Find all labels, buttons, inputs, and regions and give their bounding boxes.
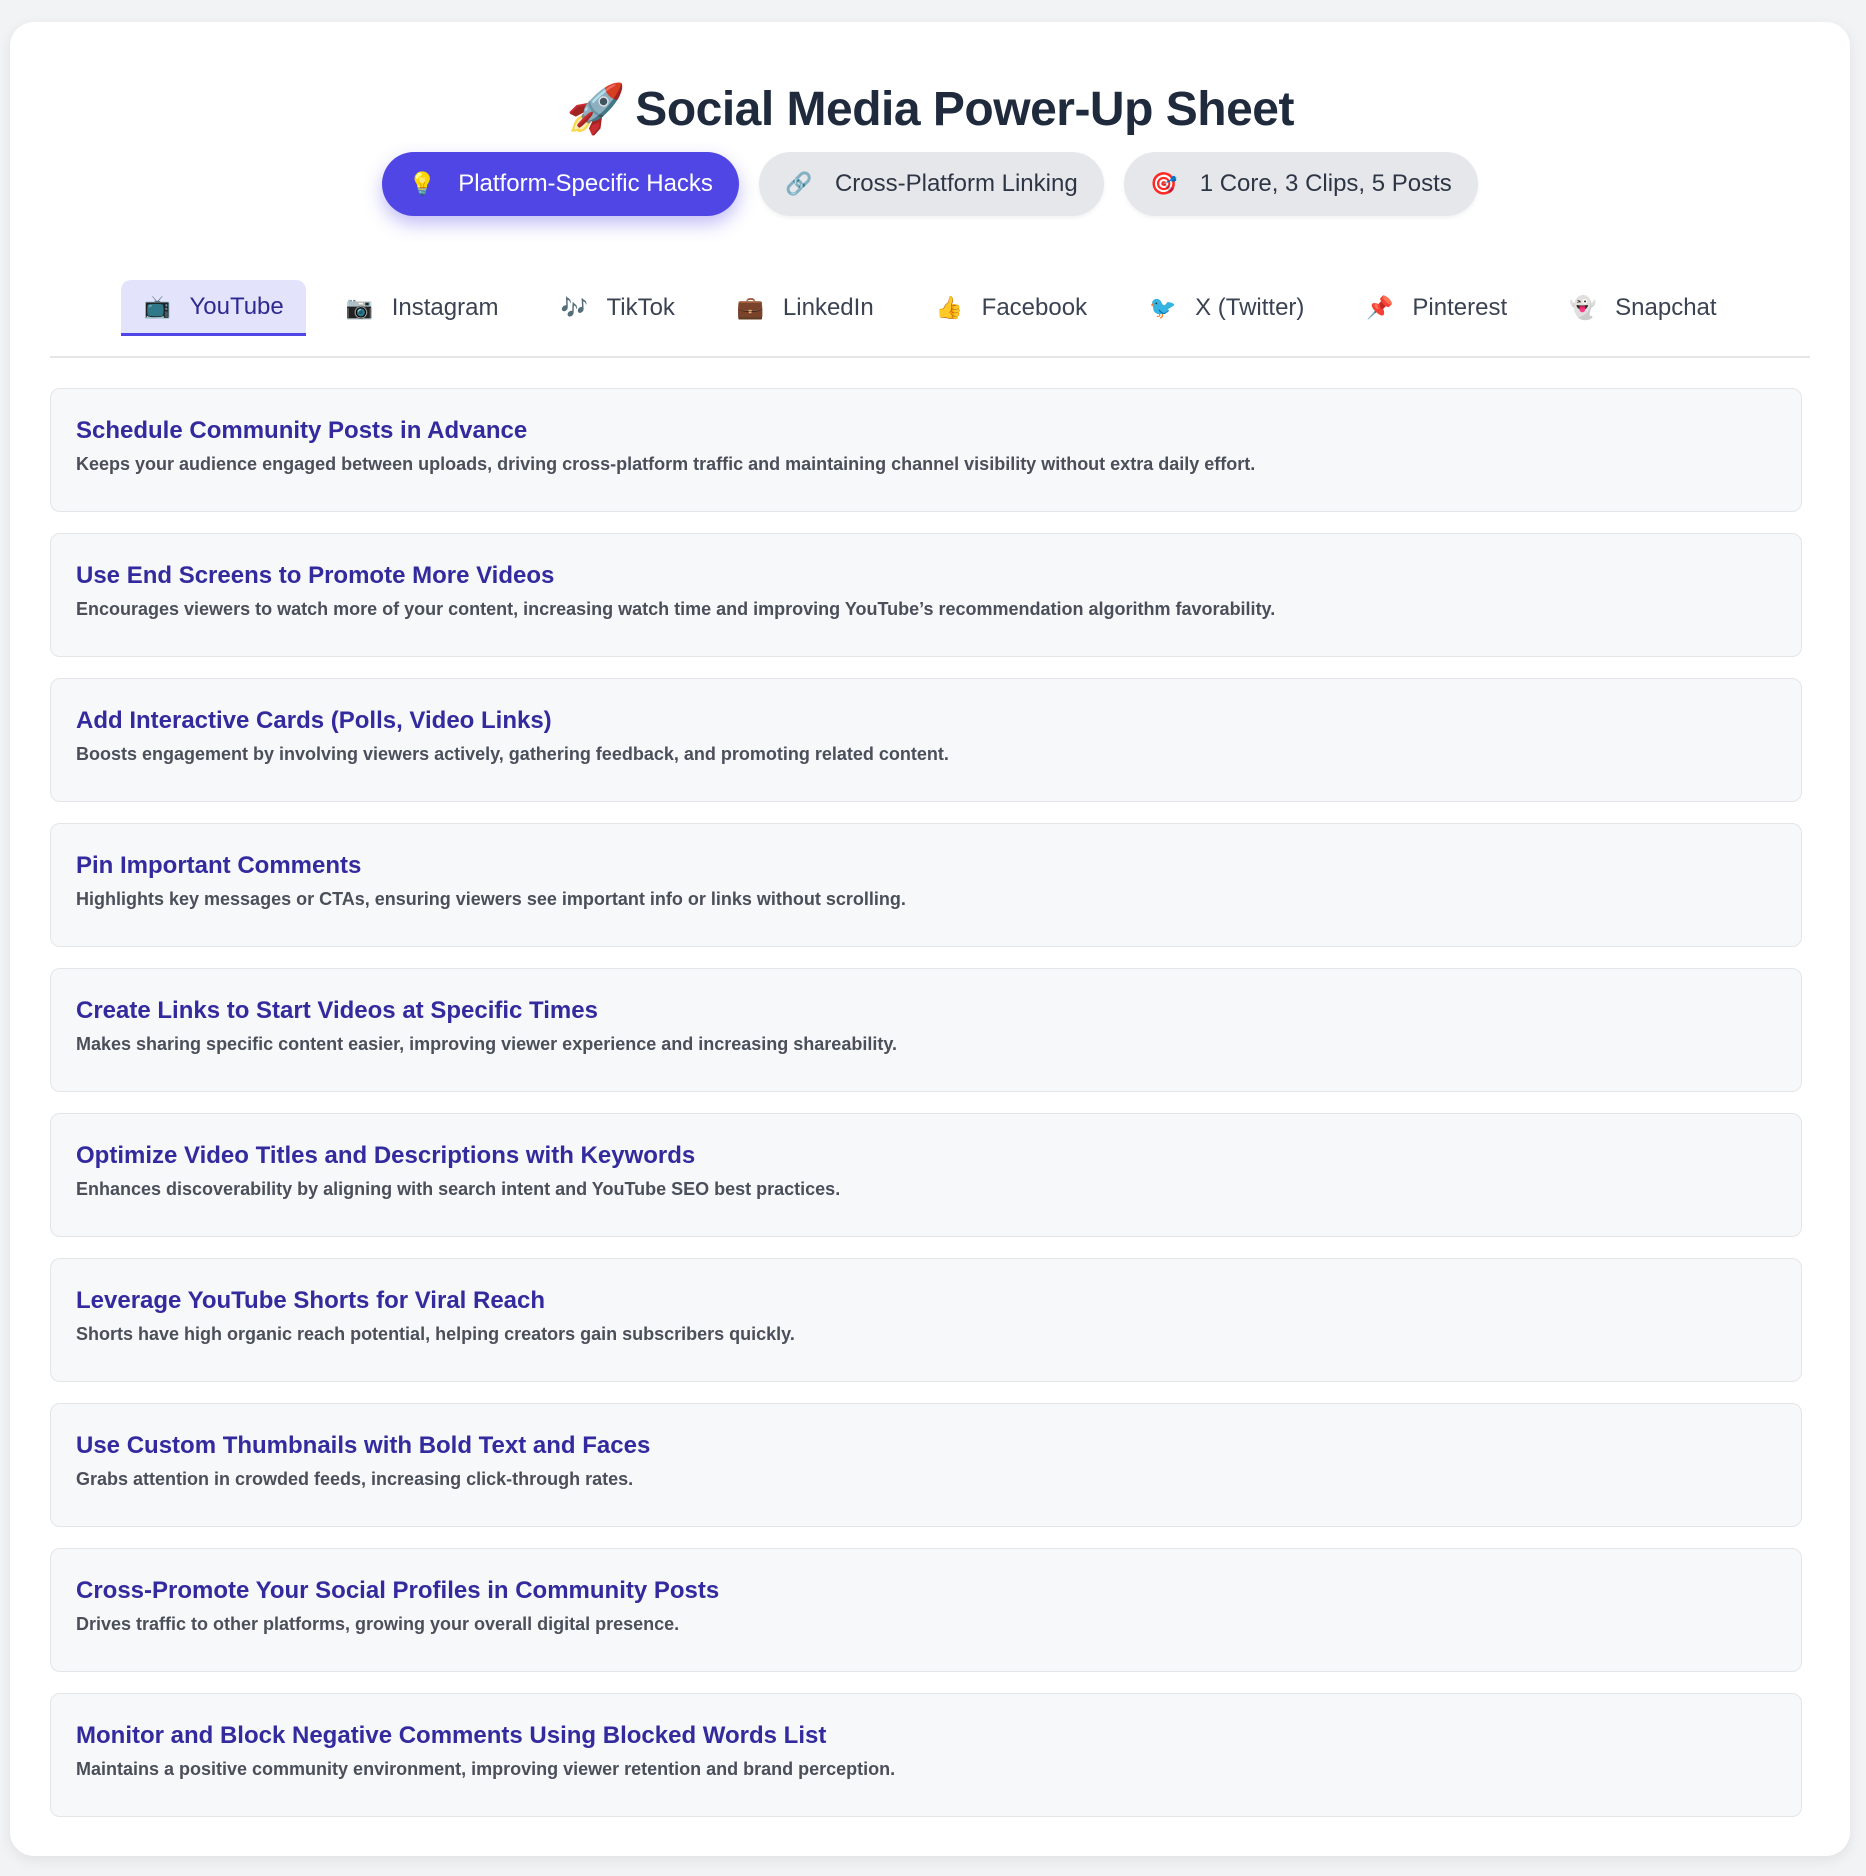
tab-label: Facebook bbox=[981, 294, 1088, 321]
hack-description: Encourages viewers to watch more of your… bbox=[76, 599, 1276, 619]
hack-title: Use Custom Thumbnails with Bold Text and… bbox=[76, 1432, 651, 1459]
hack-description: Shorts have high organic reach potential… bbox=[76, 1324, 795, 1344]
hack-card: Optimize Video Titles and Descriptions w… bbox=[50, 1113, 1802, 1237]
tab-label: X (Twitter) bbox=[1195, 294, 1305, 321]
tab-label: Snapchat bbox=[1615, 294, 1717, 321]
hack-card: Create Links to Start Videos at Specific… bbox=[50, 968, 1802, 1092]
tab-pinterest[interactable]: 📌 Pinterest bbox=[1344, 280, 1529, 336]
hack-title: Cross-Promote Your Social Profiles in Co… bbox=[76, 1577, 720, 1604]
hack-description: Boosts engagement by involving viewers a… bbox=[76, 744, 949, 764]
hack-title: Schedule Community Posts in Advance bbox=[76, 417, 528, 444]
hack-card: Monitor and Block Negative Comments Usin… bbox=[50, 1693, 1802, 1817]
music-notes-icon: 🎶 bbox=[560, 295, 588, 320]
hack-card: Use Custom Thumbnails with Bold Text and… bbox=[50, 1403, 1802, 1527]
mode-core-clips-posts-button[interactable]: 🎯 1 Core, 3 Clips, 5 Posts bbox=[1123, 152, 1478, 216]
page-title-text: Social Media Power-Up Sheet bbox=[635, 83, 1294, 136]
tab-youtube[interactable]: 📺 YouTube bbox=[121, 280, 306, 336]
hack-card: Schedule Community Posts in Advance Keep… bbox=[50, 388, 1802, 512]
rocket-icon: 🚀 bbox=[566, 83, 626, 136]
tab-tiktok[interactable]: 🎶 TikTok bbox=[538, 280, 696, 336]
hack-title: Leverage YouTube Shorts for Viral Reach bbox=[76, 1287, 546, 1314]
ghost-icon: 👻 bbox=[1569, 295, 1597, 320]
mode-cross-platform-linking-button[interactable]: 🔗 Cross-Platform Linking bbox=[758, 152, 1104, 216]
hack-card: Cross-Promote Your Social Profiles in Co… bbox=[50, 1548, 1802, 1672]
hack-card: Add Interactive Cards (Polls, Video Link… bbox=[50, 678, 1802, 802]
hack-description: Maintains a positive community environme… bbox=[76, 1759, 896, 1779]
mode-platform-specific-hacks-button[interactable]: 💡 Platform-Specific Hacks bbox=[382, 152, 739, 216]
hack-title: Pin Important Comments bbox=[76, 852, 362, 879]
target-icon: 🎯 bbox=[1149, 171, 1178, 196]
tab-instagram[interactable]: 📷 Instagram bbox=[324, 280, 521, 336]
tab-label: Pinterest bbox=[1412, 294, 1508, 321]
link-icon: 🔗 bbox=[785, 171, 813, 196]
tv-icon: 📺 bbox=[143, 293, 171, 319]
mode-label: 1 Core, 3 Clips, 5 Posts bbox=[1199, 170, 1452, 197]
camera-icon: 📷 bbox=[345, 295, 374, 320]
tab-snapchat[interactable]: 👻 Snapchat bbox=[1547, 280, 1738, 336]
briefcase-icon: 💼 bbox=[736, 295, 765, 320]
hack-title: Create Links to Start Videos at Specific… bbox=[76, 997, 598, 1024]
hack-card: Pin Important Comments Highlights key me… bbox=[50, 823, 1802, 947]
hack-description: Keeps your audience engaged between uplo… bbox=[76, 454, 1256, 474]
tab-label: Instagram bbox=[391, 294, 499, 321]
hack-card: Use End Screens to Promote More Videos E… bbox=[50, 533, 1802, 657]
hack-description: Enhances discoverability by aligning wit… bbox=[76, 1179, 841, 1199]
hack-description: Grabs attention in crowded feeds, increa… bbox=[76, 1469, 634, 1489]
hack-description: Makes sharing specific content easier, i… bbox=[76, 1034, 897, 1054]
tab-label: LinkedIn bbox=[782, 294, 874, 321]
hack-title: Use End Screens to Promote More Videos bbox=[76, 562, 555, 589]
hack-title: Add Interactive Cards (Polls, Video Link… bbox=[76, 707, 552, 734]
mode-selector: 💡 Platform-Specific Hacks 🔗 Cross-Platfo… bbox=[10, 152, 1850, 216]
hack-title: Monitor and Block Negative Comments Usin… bbox=[76, 1722, 827, 1749]
hack-description: Highlights key messages or CTAs, ensurin… bbox=[76, 889, 906, 909]
mode-label: Cross-Platform Linking bbox=[834, 170, 1078, 197]
tab-x-twitter[interactable]: 🐦 X (Twitter) bbox=[1127, 280, 1326, 336]
hack-description: Drives traffic to other platforms, growi… bbox=[76, 1614, 680, 1634]
main-card: 🚀 Social Media Power-Up Sheet 💡 Platform-… bbox=[10, 22, 1850, 1856]
page-title: 🚀 Social Media Power-Up Sheet bbox=[10, 80, 1850, 137]
hack-list: Schedule Community Posts in Advance Keep… bbox=[50, 388, 1802, 1817]
pushpin-icon: 📌 bbox=[1366, 295, 1394, 320]
tab-label: TikTok bbox=[606, 294, 675, 321]
thumbs-up-icon: 👍 bbox=[935, 295, 964, 320]
tab-label: YouTube bbox=[189, 292, 284, 320]
lightbulb-icon: 💡 bbox=[408, 171, 436, 196]
tab-facebook[interactable]: 👍 Facebook bbox=[914, 280, 1109, 336]
mode-label: Platform-Specific Hacks bbox=[458, 170, 713, 197]
platform-tabs: 📺 YouTube 📷 Instagram 🎶 TikTok 💼 LinkedI… bbox=[50, 280, 1810, 358]
hack-card: Leverage YouTube Shorts for Viral Reach … bbox=[50, 1258, 1802, 1382]
bird-icon: 🐦 bbox=[1149, 295, 1177, 320]
tab-linkedin[interactable]: 💼 LinkedIn bbox=[715, 280, 896, 336]
hack-title: Optimize Video Titles and Descriptions w… bbox=[76, 1142, 696, 1169]
